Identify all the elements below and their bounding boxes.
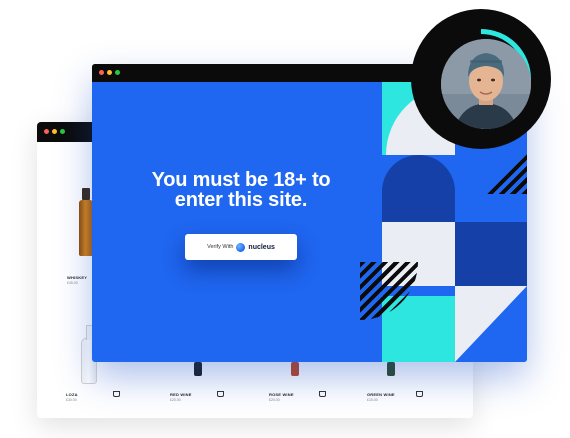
close-dot[interactable] — [44, 129, 49, 134]
product-price: £20.00 — [269, 398, 280, 402]
product-price: £20.00 — [170, 398, 181, 402]
product-name[interactable]: RED WINE — [170, 392, 192, 397]
headline-line-2: enter this site. — [174, 189, 308, 211]
cart-icon[interactable] — [319, 391, 326, 397]
pattern-navy-semicircle — [382, 155, 455, 222]
verify-label: Verify With — [207, 244, 234, 250]
nucleus-logo-icon — [236, 242, 246, 252]
cart-icon[interactable] — [217, 391, 224, 397]
red-wine-bottle-image[interactable] — [194, 362, 202, 376]
minimize-dot[interactable] — [52, 129, 57, 134]
product-price: £15.00 — [367, 398, 378, 402]
cart-icon[interactable] — [416, 391, 423, 397]
rose-wine-bottle-image[interactable] — [291, 362, 299, 376]
headline-line-1: You must be 18+ to — [151, 169, 331, 191]
cart-icon[interactable] — [113, 391, 120, 397]
product-name[interactable]: LOZA — [66, 392, 78, 397]
age-gate-headline: You must be 18+ to enter this site. — [124, 170, 358, 210]
product-price: £45.00 — [67, 281, 78, 285]
user-avatar-photo — [441, 39, 531, 129]
close-dot[interactable] — [99, 70, 104, 75]
green-wine-bottle-image[interactable] — [387, 362, 395, 376]
product-name[interactable]: WHISKEY — [67, 275, 87, 280]
minimize-dot[interactable] — [107, 70, 112, 75]
product-name[interactable]: ROSE WINE — [269, 392, 294, 397]
pattern-navy-block — [455, 222, 527, 286]
maximize-dot[interactable] — [60, 129, 65, 134]
maximize-dot[interactable] — [115, 70, 120, 75]
brand-name: nucleus — [248, 243, 275, 251]
product-name[interactable]: GREEN WINE — [367, 392, 395, 397]
user-avatar[interactable] — [441, 39, 531, 129]
product-price: £30.00 — [66, 398, 77, 402]
verify-with-nucleus-button[interactable]: Verify With nucleus — [185, 234, 297, 260]
whiskey-bottle-image[interactable] — [79, 188, 93, 256]
